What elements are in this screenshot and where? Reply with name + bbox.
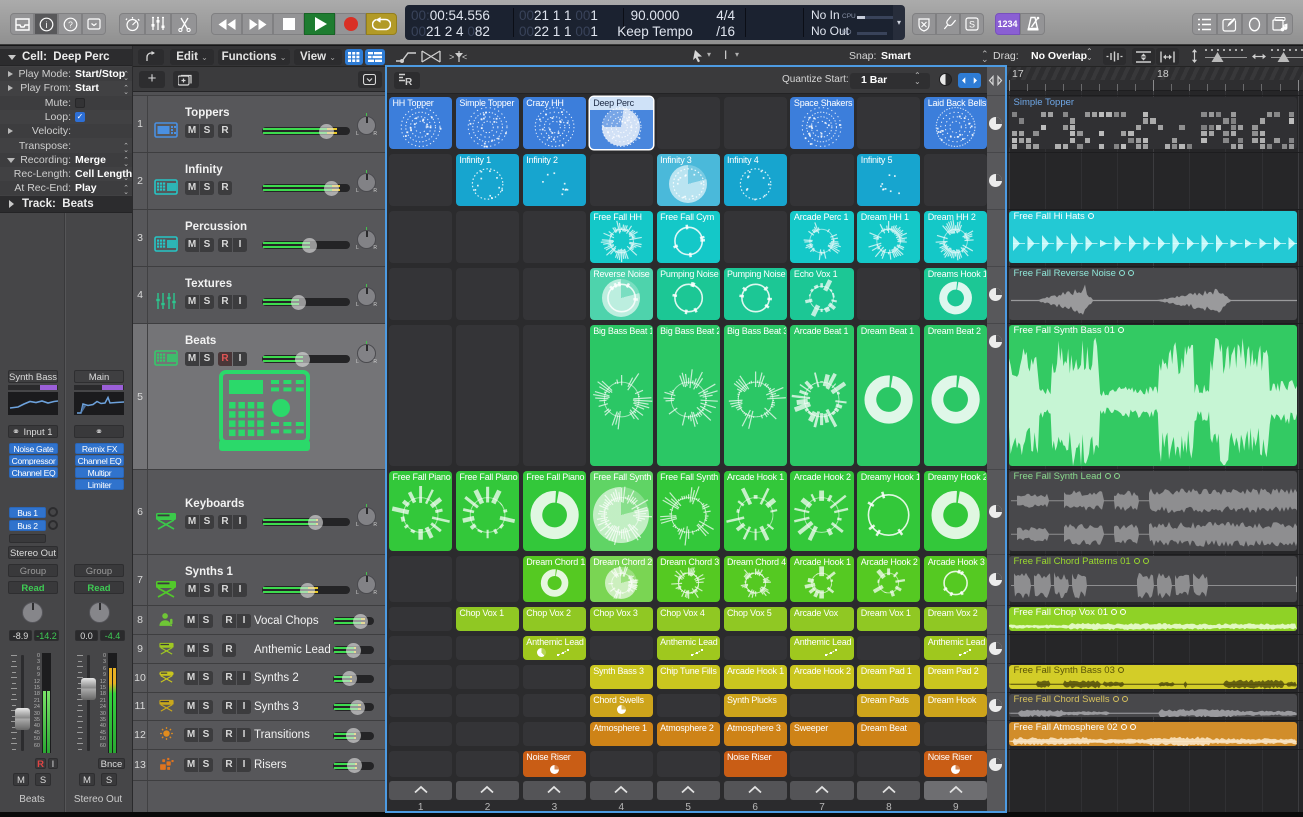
svg-text:S: S xyxy=(969,20,975,30)
svg-text:i: i xyxy=(45,20,47,30)
svg-text:R: R xyxy=(405,77,413,85)
svg-text:?: ? xyxy=(68,19,73,29)
svg-text:<: < xyxy=(462,52,467,62)
svg-text:>: > xyxy=(449,52,454,62)
